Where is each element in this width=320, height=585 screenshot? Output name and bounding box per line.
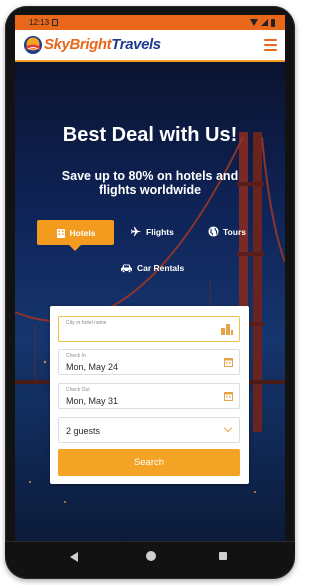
tab-hotels-label: Hotels [69, 227, 96, 238]
brand-name[interactable]: SkyBrightTravels [44, 35, 161, 55]
destination-placeholder: City or hotel name [66, 320, 107, 326]
check-out-value: Mon, May 31 [66, 396, 119, 406]
check-in-value: Mon, May 24 [66, 362, 119, 372]
back-icon[interactable] [70, 552, 78, 562]
sim-icon [52, 19, 58, 26]
hero-subtitle: Save up to 80% on hotels and flights wor… [61, 169, 239, 197]
brand-bright: Bright [69, 36, 112, 53]
tab-tours-label: Tours [223, 226, 246, 237]
guests-value: 2 guests [66, 426, 101, 436]
brand-travels: Travels [111, 36, 161, 53]
search-button[interactable]: Search [58, 449, 240, 476]
status-bar: 12:13 [15, 15, 285, 30]
city-icon [221, 324, 233, 335]
wifi-icon [250, 19, 258, 26]
hero-title: Best Deal with Us! [62, 124, 238, 146]
calendar-icon [224, 392, 233, 401]
check-in-field[interactable]: Check In Mon, May 24 [58, 349, 240, 375]
globe-icon [208, 226, 219, 237]
search-form: City or hotel name Check In Mon, May 24 … [50, 306, 249, 484]
check-out-field[interactable]: Check Out Mon, May 31 [58, 383, 240, 409]
destination-input[interactable]: City or hotel name [58, 316, 240, 342]
logo-sun-icon [24, 36, 42, 54]
hero-section: Best Deal with Us! Save up to 80% on hot… [15, 62, 285, 571]
car-icon [121, 264, 132, 273]
check-out-label: Check Out [66, 387, 90, 393]
tab-tours[interactable]: Tours [208, 226, 246, 237]
tab-car-rentals[interactable]: Car Rentals [120, 263, 184, 273]
screen: 12:13 SkyBrightTravels Best Deal with Us… [15, 15, 285, 571]
android-nav-bar [5, 541, 295, 574]
chevron-down-icon [223, 423, 233, 433]
tab-car-rentals-label: Car Rentals [137, 263, 185, 273]
recent-apps-icon[interactable] [219, 552, 227, 560]
check-in-label: Check In [66, 353, 86, 359]
brand-sky: Sky [44, 36, 70, 53]
status-time: 12:13 [29, 18, 50, 27]
tab-flights[interactable]: Flights [131, 226, 174, 237]
signal-icon [261, 19, 268, 26]
home-icon[interactable] [146, 551, 156, 561]
tab-flights-label: Flights [146, 226, 174, 237]
status-icons [250, 15, 275, 30]
tab-hotels[interactable]: Hotels [37, 220, 114, 251]
calendar-icon [224, 358, 233, 367]
guests-select[interactable]: 2 guests [58, 417, 240, 443]
app-header: SkyBrightTravels [15, 30, 285, 62]
battery-icon [271, 18, 275, 27]
hamburger-menu-icon[interactable] [264, 39, 277, 51]
hotel-icon [56, 228, 65, 238]
plane-icon [131, 226, 142, 237]
